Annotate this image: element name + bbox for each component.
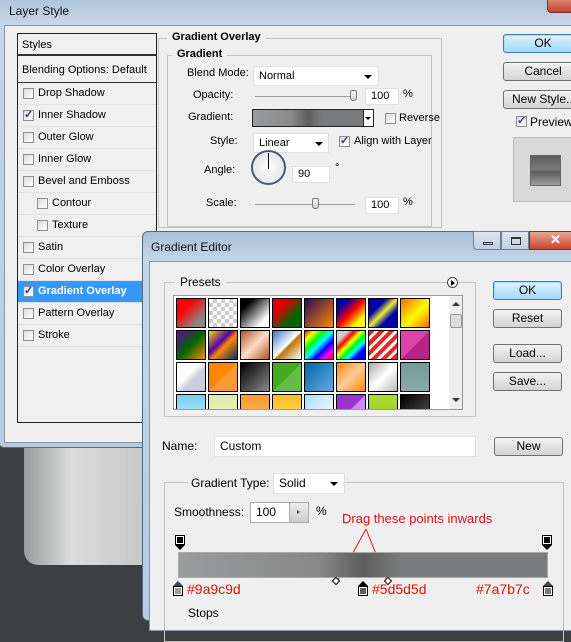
chevron-down-icon bbox=[365, 117, 371, 120]
ok-button[interactable]: OK bbox=[503, 34, 571, 53]
style-checkbox[interactable] bbox=[23, 330, 34, 341]
reverse-label: Reverse bbox=[399, 112, 440, 124]
opacity-stop-right[interactable] bbox=[542, 535, 552, 550]
stops-label: Stops bbox=[188, 606, 219, 620]
style-item-label: Satin bbox=[38, 241, 64, 253]
style-item-satin[interactable]: Satin bbox=[18, 237, 156, 259]
scale-slider[interactable] bbox=[255, 204, 355, 206]
gradient-dropdown-button[interactable] bbox=[363, 109, 374, 127]
style-item-drop-shadow[interactable]: Drop Shadow bbox=[18, 83, 156, 105]
preview-swatch bbox=[530, 155, 561, 186]
close-button[interactable]: ✕ bbox=[529, 231, 571, 250]
chevron-down-icon bbox=[315, 142, 323, 146]
styles-list: Styles Blending Options: Default Drop Sh… bbox=[17, 33, 157, 423]
gradient-label: Gradient: bbox=[188, 111, 234, 123]
scale-slider-thumb[interactable] bbox=[312, 198, 319, 209]
style-item-label: Gradient Overlay bbox=[38, 285, 127, 297]
gradient-bar[interactable] bbox=[178, 552, 548, 578]
opacity-stop-left[interactable] bbox=[175, 535, 185, 550]
new-style-button[interactable]: New Style... bbox=[503, 90, 571, 109]
scale-input[interactable]: 100 bbox=[365, 197, 399, 214]
color-stop[interactable] bbox=[358, 581, 368, 596]
style-checkbox[interactable] bbox=[23, 132, 34, 143]
gradient-picker[interactable] bbox=[252, 109, 364, 127]
style-checkbox[interactable] bbox=[23, 242, 34, 253]
opacity-unit: % bbox=[403, 88, 413, 100]
close-icon: ✕ bbox=[550, 232, 561, 247]
style-item-inner-glow[interactable]: Inner Glow bbox=[18, 149, 156, 171]
gradient-editor-window: Gradient Editor ✕ Presets OK Reset Load.… bbox=[142, 231, 571, 642]
style-checkbox[interactable] bbox=[23, 264, 34, 275]
style-checkbox[interactable] bbox=[37, 198, 48, 209]
blend-mode-label: Blend Mode: bbox=[187, 67, 249, 79]
subsection-title: Gradient bbox=[172, 48, 228, 60]
style-item-label: Texture bbox=[52, 219, 89, 231]
color-stop-label: #5d5d5d bbox=[372, 581, 427, 597]
color-stop-label: #9a9c9d bbox=[187, 581, 241, 597]
minimize-button[interactable] bbox=[473, 231, 501, 250]
style-item-label: Outer Glow bbox=[38, 131, 94, 143]
window-title: Layer Style bbox=[9, 4, 70, 18]
reverse-checkbox[interactable] bbox=[385, 113, 396, 124]
color-stop-label: #7a7b7c bbox=[476, 581, 530, 597]
style-checkbox[interactable] bbox=[23, 308, 34, 319]
section-title: Gradient Overlay bbox=[167, 31, 266, 43]
scale-unit: % bbox=[403, 196, 413, 208]
maximize-icon bbox=[511, 237, 521, 245]
minimize-icon bbox=[483, 242, 493, 245]
style-item-label: Inner Glow bbox=[38, 153, 92, 165]
style-item-stroke[interactable]: Stroke bbox=[18, 325, 156, 347]
angle-input[interactable]: 90 bbox=[292, 166, 330, 183]
align-with-layer-checkbox[interactable] bbox=[339, 134, 350, 147]
style-checkbox[interactable] bbox=[23, 154, 34, 165]
style-checkbox[interactable] bbox=[23, 88, 34, 99]
style-item-color-overlay[interactable]: Color Overlay bbox=[18, 259, 156, 281]
opacity-slider-thumb[interactable] bbox=[350, 90, 357, 101]
preview-thumbnail bbox=[513, 137, 571, 202]
angle-label: Angle: bbox=[204, 164, 236, 176]
gradient-editor-client: Presets OK Reset Load... Save... Name: C… bbox=[149, 261, 571, 642]
cancel-button[interactable]: Cancel bbox=[503, 62, 571, 81]
style-item-texture[interactable]: Texture bbox=[18, 215, 156, 237]
close-button[interactable] bbox=[547, 0, 571, 13]
style-item-label: Contour bbox=[52, 197, 92, 209]
style-checkbox[interactable] bbox=[23, 108, 34, 121]
style-item-label: Inner Shadow bbox=[38, 109, 106, 121]
gradient-editor-title: Gradient Editor bbox=[151, 240, 232, 254]
style-item-label: Bevel and Emboss bbox=[38, 175, 130, 187]
style-item-inner-shadow[interactable]: Inner Shadow bbox=[18, 105, 156, 127]
style-checkbox[interactable] bbox=[23, 284, 34, 297]
preview-checkbox[interactable] bbox=[516, 114, 527, 127]
opacity-label: Opacity: bbox=[193, 89, 234, 101]
opacity-input[interactable]: 100 bbox=[365, 88, 399, 105]
angle-dial-needle bbox=[268, 153, 269, 169]
scale-label: Scale: bbox=[206, 197, 237, 209]
opacity-slider[interactable] bbox=[255, 96, 355, 98]
style-item-label: Pattern Overlay bbox=[38, 307, 115, 319]
style-label: Style: bbox=[210, 135, 238, 147]
style-item-pattern-overlay[interactable]: Pattern Overlay bbox=[18, 303, 156, 325]
color-stop[interactable] bbox=[543, 581, 553, 596]
style-item-outer-glow[interactable]: Outer Glow bbox=[18, 127, 156, 149]
style-item-gradient-overlay[interactable]: Gradient Overlay bbox=[18, 281, 156, 303]
blending-options[interactable]: Blending Options: Default bbox=[18, 59, 156, 83]
blend-mode-select[interactable]: Normal bbox=[253, 66, 379, 86]
color-stop[interactable] bbox=[173, 581, 183, 596]
angle-dial[interactable] bbox=[251, 150, 286, 185]
chevron-down-icon bbox=[364, 75, 372, 79]
angle-unit: ° bbox=[335, 162, 340, 174]
canvas-object bbox=[24, 445, 144, 565]
style-item-label: Color Overlay bbox=[38, 263, 106, 275]
maximize-button[interactable] bbox=[501, 231, 529, 250]
preview-label: Preview bbox=[530, 115, 571, 129]
style-item-label: Drop Shadow bbox=[38, 87, 105, 99]
style-checkbox[interactable] bbox=[37, 220, 48, 231]
style-checkbox[interactable] bbox=[23, 176, 34, 187]
styles-header[interactable]: Styles bbox=[18, 34, 156, 56]
align-label: Align with Layer bbox=[354, 135, 432, 147]
style-item-label: Stroke bbox=[38, 329, 70, 341]
style-item-bevel-and-emboss[interactable]: Bevel and Emboss bbox=[18, 171, 156, 193]
style-item-contour[interactable]: Contour bbox=[18, 193, 156, 215]
